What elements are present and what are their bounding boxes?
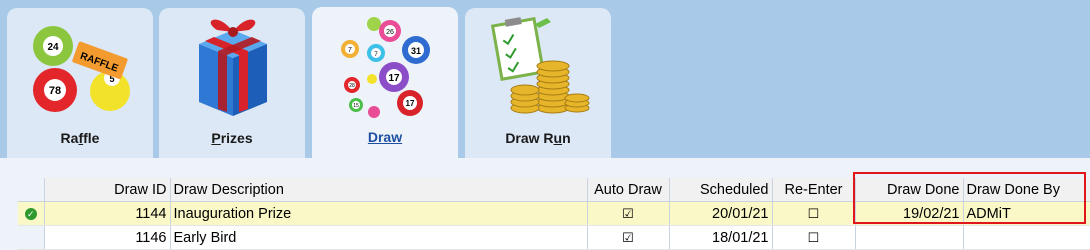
lottery-balls-icon: 26 7 31 7 17 28 17 15 (341, 17, 430, 118)
grid-header-row: Draw ID Draw Description Auto Draw Sched… (18, 178, 1090, 202)
tab-prizes-label: Prizes (211, 130, 253, 146)
table-row[interactable]: ✓ 1144 Inauguration Prize ☑ 20/01/21 ☐ 1… (18, 201, 1090, 226)
cell-scheduled[interactable]: 20/01/21 (669, 201, 773, 226)
svg-text:78: 78 (49, 85, 61, 97)
col-header-draw-description[interactable]: Draw Description (170, 178, 588, 202)
draw-panel: Draw ID Draw Description Auto Draw Sched… (0, 158, 1090, 250)
cell-draw-description[interactable]: Inauguration Prize (170, 201, 588, 226)
svg-text:7: 7 (348, 47, 352, 54)
cell-draw-done[interactable] (855, 225, 964, 250)
re-enter-checkbox[interactable]: ☐ (772, 201, 856, 226)
svg-text:28: 28 (349, 83, 355, 89)
cell-draw-done-by[interactable]: ADMiT (963, 201, 1090, 226)
cell-draw-id[interactable]: 1144 (44, 201, 171, 226)
row-indicator (18, 225, 45, 250)
tab-draw-run[interactable]: Draw Run (465, 8, 611, 158)
tab-raffle[interactable]: 24 78 5 RAFFLE Raffle (7, 8, 153, 158)
module-tab-bar: 24 78 5 RAFFLE Raffle Prizes 26 7 31 7 1… (0, 0, 1090, 159)
cell-draw-done-by[interactable] (963, 225, 1090, 250)
tab-draw-run-label: Draw Run (505, 130, 571, 146)
tab-prizes[interactable]: Prizes (159, 8, 305, 158)
cell-draw-id[interactable]: 1146 (44, 225, 171, 250)
row-indicator: ✓ (18, 201, 45, 226)
check-icon: ✓ (24, 207, 37, 220)
cell-draw-done[interactable]: 19/02/21 (855, 201, 964, 226)
cell-scheduled[interactable]: 18/01/21 (669, 225, 773, 250)
raffle-balls-icon: 24 78 5 RAFFLE (33, 26, 130, 112)
gift-box-icon (199, 19, 267, 116)
table-row[interactable]: 1146 Early Bird ☑ 18/01/21 ☐ (18, 225, 1090, 250)
svg-text:31: 31 (411, 46, 421, 56)
row-indicator-header (18, 178, 45, 202)
svg-text:17: 17 (406, 99, 415, 108)
checklist-coins-icon (490, 17, 590, 114)
re-enter-checkbox[interactable]: ☐ (772, 225, 856, 250)
tab-raffle-label: Raffle (60, 130, 100, 146)
auto-draw-checkbox[interactable]: ☑ (587, 201, 670, 226)
svg-text:26: 26 (386, 29, 394, 36)
col-header-re-enter[interactable]: Re-Enter (772, 178, 856, 202)
col-header-auto-draw[interactable]: Auto Draw (587, 178, 670, 202)
draws-grid: Draw ID Draw Description Auto Draw Sched… (18, 178, 1090, 250)
col-header-draw-id[interactable]: Draw ID (44, 178, 171, 202)
col-header-scheduled[interactable]: Scheduled (669, 178, 773, 202)
tab-draw[interactable]: 26 7 31 7 17 28 17 15 Draw (312, 7, 458, 159)
svg-text:17: 17 (388, 73, 400, 84)
auto-draw-checkbox[interactable]: ☑ (587, 225, 670, 250)
svg-text:15: 15 (353, 103, 359, 109)
cell-draw-description[interactable]: Early Bird (170, 225, 588, 250)
svg-text:24: 24 (47, 42, 59, 53)
col-header-draw-done-by[interactable]: Draw Done By (963, 178, 1090, 202)
col-header-draw-done[interactable]: Draw Done (855, 178, 964, 202)
tab-draw-label: Draw (367, 129, 403, 145)
